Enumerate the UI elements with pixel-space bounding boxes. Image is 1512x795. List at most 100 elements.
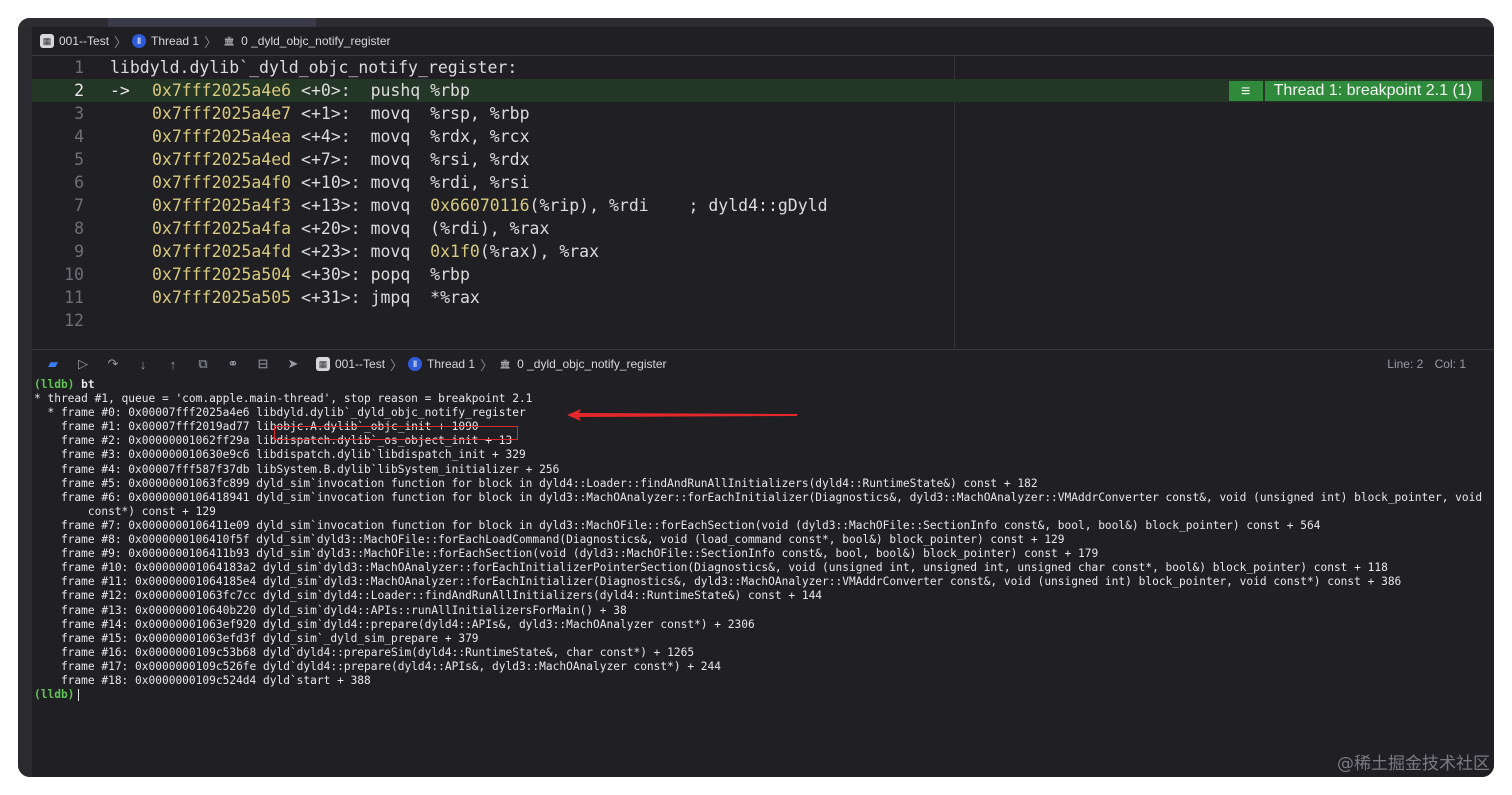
code-line[interactable]: 1 libdyld.dylib`_dyld_objc_notify_registe… [32, 56, 1494, 79]
lldb-console[interactable]: (lldb) bt * thread #1, queue = 'com.appl… [32, 378, 1494, 777]
line-number: 3 [74, 104, 84, 123]
code-line[interactable]: 9 0x7fff2025a4fd <+23>: movq 0x1f0(%rax),… [32, 240, 1494, 263]
code-line[interactable]: 6 0x7fff2025a4f0 <+10>: movq %rdi, %rsi [32, 171, 1494, 194]
tab-bar [18, 18, 1494, 27]
instruction-operands: *%rax [430, 288, 480, 307]
breadcrumb-thread[interactable]: Ⅱ Thread 1 〉 [132, 32, 222, 51]
instruction-offset: <+10>: [291, 173, 371, 192]
step-into-icon[interactable]: ↓ [128, 357, 158, 372]
step-over-icon[interactable]: ↷ [98, 356, 128, 372]
column-indicator: Col: 1 [1434, 357, 1466, 371]
console-output-line: frame #8: 0x0000000106410f5f dyld_sim`dy… [34, 533, 1065, 547]
code-line[interactable]: 3 0x7fff2025a4e7 <+1>: movq %rsp, %rbp [32, 102, 1494, 125]
console-output-line: frame #16: 0x0000000109c53b68 dyld`dyld4… [34, 645, 695, 659]
instruction-address: 0x7fff2025a4ea [152, 127, 292, 146]
code-line[interactable]: 4 0x7fff2025a4ea <+4>: movq %rdx, %rcx [32, 125, 1494, 148]
breakpoint-annotation[interactable]: ≡ Thread 1: breakpoint 2.1 (1) [1228, 81, 1482, 101]
chevron-right-icon: 〉 [204, 34, 218, 50]
continue-icon[interactable]: ▷ [68, 356, 98, 372]
instruction-address: 0x7fff2025a4e7 [152, 104, 292, 123]
line-number: 1 [74, 58, 84, 77]
line-number: 2 [74, 81, 84, 100]
console-output-line: frame #6: 0x0000000106418941 dyld_sim`in… [34, 490, 1483, 504]
debug-breadcrumb-function[interactable]: 🏛 0 _dyld_objc_notify_register [498, 357, 666, 371]
console-output-line: frame #13: 0x000000010640b220 dyld_sim`d… [34, 603, 627, 617]
line-number: 4 [74, 127, 84, 146]
menu-lines-icon[interactable]: ≡ [1228, 81, 1263, 101]
breadcrumb-function[interactable]: 🏛 0 _dyld_objc_notify_register [222, 34, 390, 48]
xcode-window: ▦ 001--Test 〉 Ⅱ Thread 1 〉 🏛 0 _dyld_obj… [18, 18, 1494, 777]
console-prompt: (lldb) [34, 378, 75, 391]
debug-breadcrumb-thread[interactable]: Ⅱ Thread 1 〉 [408, 355, 498, 374]
instruction-offset: <+1>: [291, 104, 371, 123]
chevron-right-icon: 〉 [114, 34, 128, 50]
instruction-offset: <+23>: [291, 242, 371, 261]
debug-breadcrumb-target[interactable]: ▦ 001--Test 〉 [316, 355, 408, 374]
step-out-icon[interactable]: ↑ [158, 357, 188, 372]
instruction-opcode: movq [370, 196, 431, 215]
instruction-opcode: pushq [370, 81, 431, 100]
instruction-offset: <+4>: [291, 127, 371, 146]
code-line[interactable]: 5 0x7fff2025a4ed <+7>: movq %rsi, %rdx [32, 148, 1494, 171]
line-number: 9 [74, 242, 84, 261]
instruction-operands: %rdx, %rcx [430, 127, 530, 146]
chevron-right-icon: 〉 [480, 357, 494, 373]
line-number: 12 [64, 311, 84, 330]
console-output-line: frame #4: 0x00007fff587f37db libSystem.B… [34, 462, 560, 476]
instruction-opcode: popq [370, 265, 431, 284]
pc-arrow: -> [110, 81, 130, 100]
code-line[interactable]: 7 0x7fff2025a4f3 <+13>: movq 0x66070116(%… [32, 194, 1494, 217]
code-line[interactable]: 2 -> 0x7fff2025a4e6 <+0>: pushq %rbp ≡ Threa… [32, 79, 1494, 102]
breadcrumb-target[interactable]: ▦ 001--Test 〉 [40, 32, 132, 51]
instruction-address: 0x7fff2025a4fd [152, 242, 292, 261]
code-line[interactable]: 8 0x7fff2025a4fa <+20>: movq (%rdi), %rax [32, 217, 1494, 240]
disassembly-symbol-header: libdyld.dylib`_dyld_objc_notify_register… [110, 58, 518, 77]
instruction-opcode: movq [370, 219, 431, 238]
view-hierarchy-icon[interactable]: ⧉ [188, 356, 218, 372]
instruction-address: 0x7fff2025a4f0 [152, 173, 292, 192]
console-output-line: frame #7: 0x0000000106411e09 dyld_sim`in… [34, 518, 1321, 532]
annotation-highlight-box [274, 426, 518, 440]
simulate-location-icon[interactable]: ➤ [278, 356, 308, 372]
line-number: 7 [74, 196, 84, 215]
instruction-operands: (%rip), %rdi [529, 196, 649, 215]
instruction-offset: <+0>: [291, 81, 371, 100]
text-cursor [78, 689, 80, 702]
instruction-opcode: movq [370, 242, 431, 261]
cursor-position: Line: 2 Col: 1 [1379, 357, 1466, 371]
instruction-address: 0x7fff2025a4ed [152, 150, 292, 169]
console-input-line[interactable]: (lldb) [34, 688, 1494, 702]
console-output-line: * thread #1, queue = 'com.apple.main-thr… [34, 392, 533, 406]
console-output-line: frame #9: 0x0000000106411b93 dyld_sim`dy… [34, 547, 1099, 561]
console-output-line: frame #14: 0x00000001063ef920 dyld_sim`d… [34, 617, 755, 631]
instruction-operands: %rsp, %rbp [430, 104, 530, 123]
console-output-line: frame #17: 0x0000000109c526fe dyld`dyld4… [34, 659, 722, 673]
memory-graph-icon[interactable]: ⚭ [218, 356, 248, 372]
navigator-edge [18, 18, 32, 777]
code-line[interactable]: 11 0x7fff2025a505 <+31>: jmpq *%rax [32, 286, 1494, 309]
app-icon: ▦ [316, 357, 330, 371]
breakpoints-toggle-icon[interactable]: ▰ [38, 356, 68, 372]
console-output-line: frame #3: 0x000000010630e9c6 libdispatch… [34, 448, 526, 462]
annotation-arrow-icon [567, 409, 797, 421]
library-icon: 🏛 [499, 358, 511, 369]
console-output-line: frame #11: 0x00000001064185e4 dyld_sim`d… [34, 575, 1402, 589]
code-line[interactable]: 10 0x7fff2025a504 <+30>: popq %rbp [32, 263, 1494, 286]
breakpoint-label: Thread 1: breakpoint 2.1 (1) [1264, 81, 1482, 101]
instruction-operands: %rdi, %rsi [430, 173, 530, 192]
environment-overrides-icon[interactable]: ⊟ [248, 356, 278, 372]
console-output-line: frame #10: 0x00000001064183a2 dyld_sim`d… [34, 561, 1388, 575]
console-prompt: (lldb) [34, 688, 75, 702]
disassembly-editor[interactable]: 1 libdyld.dylib`_dyld_objc_notify_registe… [32, 56, 1494, 348]
code-line[interactable]: 12 [32, 309, 1494, 332]
instruction-operands: %rbp [430, 81, 470, 100]
active-tab[interactable] [108, 18, 316, 27]
watermark: @稀土掘金技术社区 [1337, 753, 1490, 774]
instruction-comment: ; dyld4::gDyld [648, 196, 828, 215]
instruction-offset: <+20>: [291, 219, 371, 238]
console-output-line: frame #15: 0x00000001063efd3f dyld_sim`_… [34, 631, 479, 645]
instruction-opcode: movq [370, 150, 431, 169]
instruction-offset: <+30>: [291, 265, 371, 284]
instruction-opcode: movq [370, 127, 431, 146]
instruction-operands: %rsi, %rdx [430, 150, 530, 169]
